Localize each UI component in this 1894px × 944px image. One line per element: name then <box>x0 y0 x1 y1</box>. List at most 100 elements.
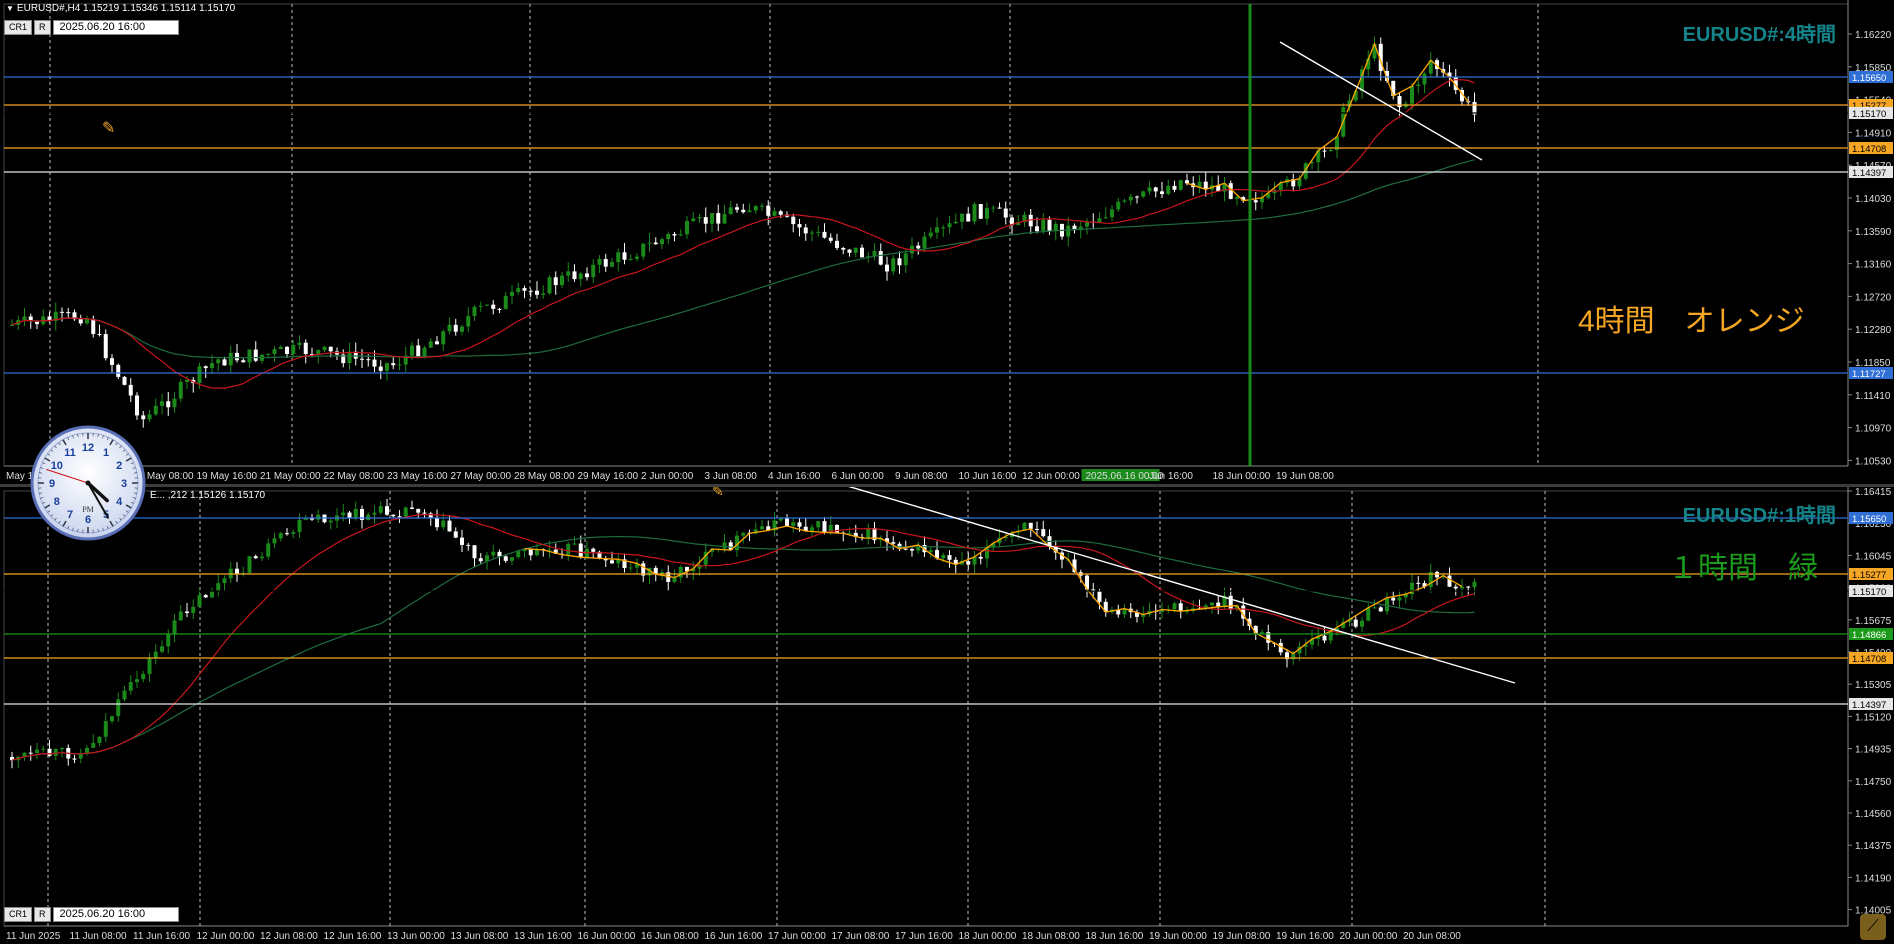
candle-body <box>1466 586 1471 588</box>
candle-body <box>372 512 377 515</box>
time-label: 16 Jun 08:00 <box>641 931 699 942</box>
date-input[interactable]: 2025.06.20 16:00 <box>52 20 179 35</box>
candle-body <box>697 217 702 219</box>
candle-body <box>1172 603 1177 610</box>
candle-body <box>741 532 746 536</box>
candle-body <box>10 324 14 326</box>
chart-pane-h4[interactable]: 1.162201.158501.155401.149101.145701.140… <box>0 0 1894 484</box>
r-button[interactable]: R <box>34 907 51 922</box>
clock-number: 9 <box>49 478 55 490</box>
price-tick-label: 1.14910 <box>1855 128 1892 139</box>
candle-body <box>278 533 283 539</box>
h4-chart-canvas[interactable]: 1.162201.158501.155401.149101.145701.140… <box>0 0 1894 484</box>
clock-center <box>85 480 91 486</box>
candle-body <box>566 271 571 276</box>
candle-body <box>435 517 439 528</box>
price-tick-label: 1.14935 <box>1855 745 1892 756</box>
collapse-triangle-icon[interactable]: ▼ <box>6 4 14 13</box>
candle-body <box>528 290 533 292</box>
candle-body <box>1360 620 1364 627</box>
time-label: 22 May 08:00 <box>324 471 385 482</box>
candle-body <box>791 216 796 225</box>
candle-body <box>503 556 508 561</box>
candle-body <box>203 595 208 598</box>
time-label: 11 Jun 16:00 <box>133 931 191 942</box>
candle-body <box>1366 607 1371 621</box>
price-tick-label: 1.10970 <box>1855 424 1892 435</box>
date-input[interactable]: 2025.06.20 16:00 <box>52 907 179 922</box>
price-tick-label: 1.12720 <box>1855 292 1892 303</box>
candle-body <box>1178 603 1183 612</box>
candle-body <box>1110 209 1114 218</box>
time-label: 16 Jun 16:00 <box>705 931 763 942</box>
candle-body <box>522 288 527 291</box>
time-label: 12 Jun 00:00 <box>1022 471 1080 482</box>
candle-body <box>903 253 908 266</box>
price-tick-label: 1.15305 <box>1855 680 1892 691</box>
candle-body <box>791 522 796 526</box>
price-level-tag-label: 1.15650 <box>1852 73 1886 84</box>
candle-body <box>547 549 552 551</box>
candle-body <box>672 233 677 236</box>
candle-body <box>860 247 864 258</box>
chart-pane-h1[interactable]: 1.164151.162301.160451.158601.156751.154… <box>0 487 1894 944</box>
candle-body <box>460 326 464 332</box>
price-level-tag-label: 1.14866 <box>1852 630 1886 641</box>
candle-body <box>1416 84 1421 87</box>
candle-body <box>60 311 64 313</box>
candle-body <box>828 237 833 241</box>
time-label: 17 Jun 08:00 <box>832 931 890 942</box>
clock-ampm: PM <box>82 505 94 514</box>
candle-body <box>1035 226 1039 232</box>
candle-body <box>347 351 352 364</box>
moving-average-fast <box>11 514 1475 761</box>
pencil-icon[interactable]: ✎ <box>712 487 724 500</box>
candle-body <box>778 211 783 215</box>
candle-body <box>472 545 477 559</box>
candle-body <box>1322 635 1327 641</box>
candle-body <box>822 521 827 533</box>
time-label: 4 Jun 16:00 <box>768 471 821 482</box>
candle-body <box>128 682 133 691</box>
h4-annotation-text: 4時間 オレンジ <box>1578 305 1805 338</box>
h1-chart-canvas[interactable]: 1.164151.162301.160451.158601.156751.154… <box>0 487 1894 944</box>
price-tick-label: 1.16045 <box>1855 551 1892 562</box>
candle-body <box>66 312 71 314</box>
candle-body <box>441 331 446 345</box>
candle-body <box>297 342 302 346</box>
candle-body <box>1447 575 1452 587</box>
candle-body <box>110 358 114 365</box>
candle-body <box>803 227 808 234</box>
candle-body <box>210 591 214 598</box>
r-button[interactable]: R <box>34 20 51 35</box>
candle-body <box>947 555 952 560</box>
cr1-button[interactable]: CR1 <box>4 20 33 35</box>
time-label: 18 Jun 00:00 <box>959 931 1017 942</box>
price-tick-label: 1.15675 <box>1855 616 1892 627</box>
candle-body <box>147 658 152 674</box>
h4-chart-title: EURUSD#:4時間 <box>1682 24 1836 46</box>
candle-body <box>535 290 539 295</box>
pencil-icon[interactable]: ✎ <box>102 118 115 138</box>
candle-body <box>453 324 458 332</box>
candle-body <box>628 567 633 569</box>
h4-symbol-header: ▼ EURUSD#,H4 1.15219 1.15346 1.15114 1.15… <box>6 3 235 14</box>
candle-body <box>1128 196 1133 201</box>
candle-body <box>410 345 414 356</box>
price-tick-label: 1.16220 <box>1855 30 1892 41</box>
price-level-tag-label: 1.14397 <box>1852 168 1886 179</box>
candle-body <box>478 305 483 307</box>
time-label: 17 Jun 16:00 <box>895 931 953 942</box>
candle-body <box>291 532 296 534</box>
candle-body <box>28 752 33 754</box>
h1-button-row: CR1 R 2025.06.20 16:00 <box>4 907 179 922</box>
cr1-button[interactable]: CR1 <box>4 907 33 922</box>
candle-body <box>116 699 121 717</box>
candle-body <box>810 527 814 532</box>
candle-body <box>847 532 852 534</box>
time-label: 28 May 08:00 <box>514 471 575 482</box>
clock-number: 12 <box>82 442 94 454</box>
candle-body <box>1297 178 1302 187</box>
candle-body <box>103 334 108 359</box>
candle-body <box>491 304 496 309</box>
